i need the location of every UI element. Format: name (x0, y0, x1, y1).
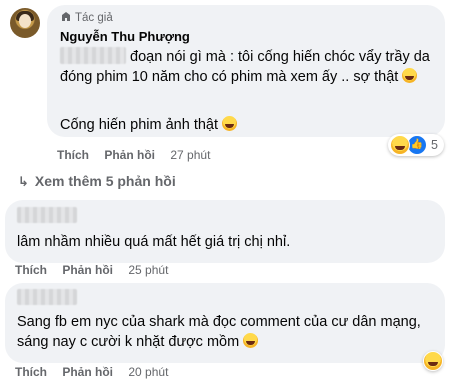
like-link[interactable]: Thích (15, 263, 47, 277)
comment-text-wrap: Sang fb em nyc của shark mà đọc comment … (17, 312, 437, 352)
comment-time[interactable]: 27 phút (170, 148, 210, 162)
like-link[interactable]: Thích (15, 365, 47, 379)
author-badge: Tác giả (60, 11, 113, 25)
laughing-emoji-icon (243, 333, 259, 348)
comment-text: Sang fb em nyc của shark mà đọc comment … (17, 314, 421, 350)
comment-actions-2: Thích Phản hồi 25 phút (15, 262, 180, 278)
comment-text-line2: Cống hiến phim ảnh thật (60, 117, 218, 133)
author-avatar[interactable] (10, 8, 40, 38)
view-more-replies-label: Xem thêm 5 phản hồi (34, 173, 176, 189)
author-badge-label: Tác giả (75, 12, 113, 24)
comment-text: đoạn nói gì mà : tôi cống hiến chóc vẩy … (60, 47, 432, 87)
comment-actions-1: Thích Phản hồi 27 phút (57, 147, 222, 163)
reply-arrow-icon: ↳ (18, 174, 29, 189)
comment-actions-3: Thích Phản hồi 20 phút (15, 364, 180, 380)
haha-reaction-icon (424, 352, 442, 370)
comment-author-name[interactable]: Nguyễn Thu Phượng (60, 29, 190, 45)
blurred-author-name (17, 207, 77, 223)
reaction-count: 5 (431, 138, 438, 152)
view-more-replies[interactable]: ↳ Xem thêm 5 phản hồi (18, 171, 176, 191)
comment-text-line1: đoạn nói gì mà : tôi cống hiến chóc vẩy … (60, 49, 430, 85)
reply-link[interactable]: Phản hồi (62, 263, 113, 277)
comment-time[interactable]: 20 phút (128, 365, 168, 379)
avatar-face (19, 14, 31, 28)
comment-time[interactable]: 25 phút (128, 263, 168, 277)
laughing-emoji-icon (402, 68, 418, 83)
reaction-summary[interactable] (423, 351, 443, 371)
comment-text-line2-wrap: Cống hiến phim ảnh thật (60, 115, 238, 135)
like-reaction-icon: 👍 (407, 135, 427, 155)
like-link[interactable]: Thích (57, 148, 89, 162)
reply-link[interactable]: Phản hồi (62, 365, 113, 379)
blurred-author-name (17, 289, 77, 305)
author-badge-icon (62, 12, 70, 21)
comment-text: lâm nhầm nhiều quá mất hết giá trị chị n… (17, 234, 291, 250)
laughing-emoji-icon (222, 116, 238, 131)
reply-link[interactable]: Phản hồi (104, 148, 155, 162)
reaction-summary[interactable]: 👍 5 (388, 134, 444, 156)
haha-reaction-icon (390, 135, 410, 155)
